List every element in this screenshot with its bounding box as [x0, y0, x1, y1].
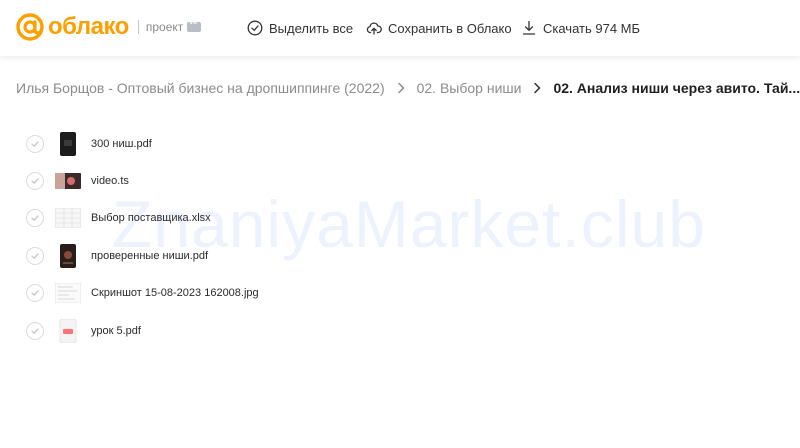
- pdf-file-icon: [55, 319, 81, 343]
- checkmark-icon: [31, 290, 39, 296]
- pdf-book-thumbnail-icon: [55, 244, 81, 268]
- checkmark-icon: [31, 253, 39, 259]
- checkmark-icon: [31, 141, 39, 147]
- at-sign-logo-icon: [16, 13, 44, 41]
- save-to-cloud-button[interactable]: Сохранить в Облако: [366, 19, 512, 37]
- cloud-logo[interactable]: облако проект: [15, 12, 202, 42]
- file-row[interactable]: video.ts: [26, 168, 129, 194]
- file-row[interactable]: Выбор поставщика.xlsx: [26, 205, 211, 231]
- vk-badge-icon: [187, 19, 202, 32]
- video-thumbnail-icon: [55, 169, 81, 193]
- file-name[interactable]: 300 ниш.pdf: [91, 138, 152, 150]
- breadcrumb-folder[interactable]: 02. Выбор ниши: [417, 80, 522, 96]
- pdf-dark-thumbnail-icon: [55, 132, 81, 156]
- chevron-right-icon: [534, 82, 541, 94]
- checkmark-icon: [31, 178, 39, 184]
- brand-name: облако: [48, 13, 129, 40]
- check-circle-icon: [247, 20, 263, 36]
- file-name[interactable]: проверенные ниши.pdf: [91, 250, 208, 262]
- select-checkbox[interactable]: [26, 247, 44, 265]
- save-to-cloud-label: Сохранить в Облако: [388, 20, 512, 36]
- breadcrumb-root[interactable]: Илья Борщов - Оптовый бизнес на дропшипп…: [16, 80, 385, 96]
- file-row[interactable]: урок 5.pdf: [26, 318, 141, 344]
- checkmark-icon: [31, 215, 39, 221]
- breadcrumb-current: 02. Анализ ниши через авито. Тай...: [553, 80, 800, 96]
- file-row[interactable]: проверенные ниши.pdf: [26, 243, 208, 269]
- file-row[interactable]: Скриншот 15-08-2023 162008.jpg: [26, 280, 259, 306]
- file-name[interactable]: Выбор поставщика.xlsx: [91, 212, 211, 224]
- screenshot-thumbnail-icon: [55, 281, 81, 305]
- file-name[interactable]: урок 5.pdf: [91, 325, 141, 337]
- select-checkbox[interactable]: [26, 209, 44, 227]
- logo-divider: [137, 20, 139, 34]
- file-name[interactable]: Скриншот 15-08-2023 162008.jpg: [91, 287, 259, 299]
- cloud-upload-icon: [366, 22, 382, 35]
- select-all-label: Выделить все: [269, 20, 354, 36]
- select-checkbox[interactable]: [26, 322, 44, 340]
- select-checkbox[interactable]: [26, 135, 44, 153]
- select-checkbox[interactable]: [26, 284, 44, 302]
- select-all-button[interactable]: Выделить все: [247, 19, 353, 37]
- top-header: облако проект Выделить все Сохранить в О…: [0, 0, 800, 56]
- brand-subtitle: проект: [145, 20, 184, 34]
- spreadsheet-thumbnail-icon: [55, 206, 81, 230]
- download-label: Скачать 974 МБ: [543, 20, 641, 36]
- file-name[interactable]: video.ts: [91, 175, 129, 187]
- download-button[interactable]: Скачать 974 МБ: [521, 19, 640, 37]
- breadcrumb: Илья Борщов - Оптовый бизнес на дропшипп…: [16, 80, 800, 96]
- select-checkbox[interactable]: [26, 172, 44, 190]
- download-icon: [522, 20, 536, 35]
- checkmark-icon: [31, 328, 39, 334]
- file-row[interactable]: 300 ниш.pdf: [26, 131, 152, 157]
- chevron-right-icon: [397, 82, 404, 94]
